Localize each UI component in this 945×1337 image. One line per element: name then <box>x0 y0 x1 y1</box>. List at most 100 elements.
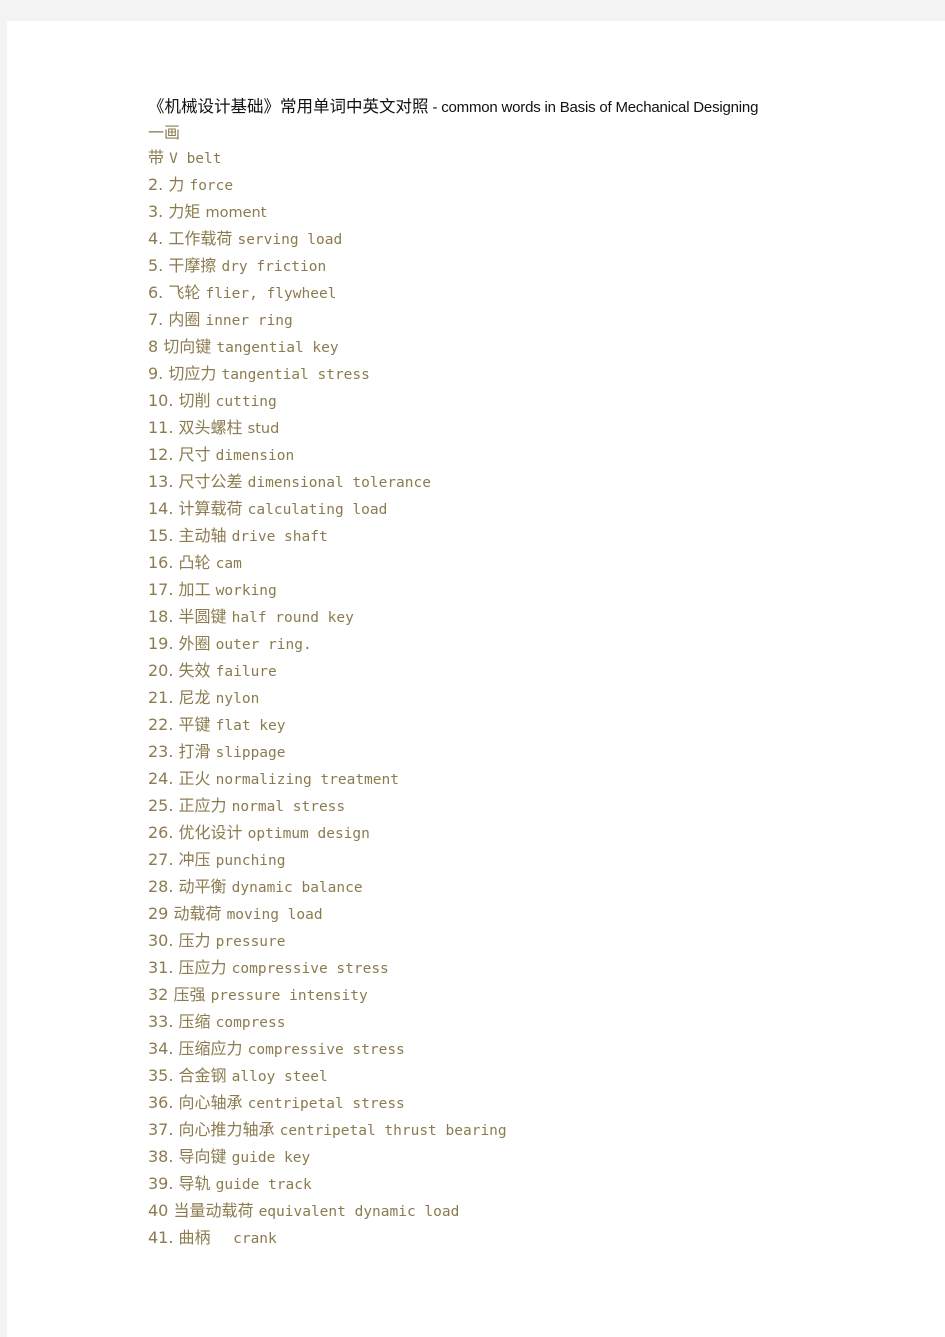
list-item: 22. 平键 flat key <box>148 712 848 739</box>
entry-term-english: serving load <box>237 232 343 248</box>
entry-term-cjk: 导向键 <box>178 1147 227 1166</box>
list-item: 8 切向键 tangential key <box>148 334 848 361</box>
entry-term-cjk: 计算载荷 <box>178 499 243 518</box>
page-title: 《机械设计基础》常用单词中英文对照 - common words in Basi… <box>148 94 848 120</box>
document-body: 《机械设计基础》常用单词中英文对照 - common words in Basi… <box>148 94 848 1252</box>
entry-term-english: alloy steel <box>231 1069 328 1085</box>
list-item: 10. 切削 cutting <box>148 388 848 415</box>
entry-term-english: guide key <box>231 1150 311 1166</box>
entry-term-cjk: 切应力 <box>168 364 217 383</box>
list-item: 带 V belt <box>148 145 848 172</box>
entry-term-cjk: 压缩应力 <box>178 1039 243 1058</box>
list-item: 5. 干摩擦 dry friction <box>148 253 848 280</box>
entry-term-english: compress <box>215 1015 286 1031</box>
entry-term-english: stud <box>247 421 280 437</box>
list-item: 7. 内圈 inner ring <box>148 307 848 334</box>
entry-number: 19. <box>148 634 174 653</box>
entry-number: 33. <box>148 1012 174 1031</box>
entry-term-cjk: 压力 <box>178 931 211 950</box>
entry-number: 31. <box>148 958 174 977</box>
entry-term-cjk: 合金钢 <box>178 1066 227 1085</box>
entry-term-cjk: 干摩擦 <box>168 256 217 275</box>
entry-term-english: punching <box>215 853 286 869</box>
entry-number: 6. <box>148 283 164 302</box>
entry-term-english: slippage <box>215 745 286 761</box>
entry-term-english: compressive stress <box>247 1042 405 1058</box>
entry-number: 41. <box>148 1228 174 1247</box>
entry-term-english: guide track <box>215 1177 312 1193</box>
list-item: 15. 主动轴 drive shaft <box>148 523 848 550</box>
entry-term-cjk: 尺寸 <box>178 445 211 464</box>
entry-number: 13. <box>148 472 174 491</box>
entry-number: 40 <box>148 1201 169 1220</box>
entry-term-english: half round key <box>231 610 354 626</box>
entry-term-english: equivalent dynamic load <box>258 1204 460 1220</box>
list-item: 3. 力矩 moment <box>148 199 848 226</box>
entry-number: 36. <box>148 1093 174 1112</box>
entry-term-english: V belt <box>169 151 222 167</box>
entry-number: 34. <box>148 1039 174 1058</box>
list-item: 38. 导向键 guide key <box>148 1144 848 1171</box>
entry-term-cjk: 向心推力轴承 <box>178 1120 275 1139</box>
entry-term-english: tangential stress <box>221 367 370 383</box>
entry-term-english: moment <box>205 205 267 221</box>
entry-term-english: centripetal stress <box>247 1096 405 1112</box>
entry-term-cjk: 向心轴承 <box>178 1093 243 1112</box>
entry-number: 4. <box>148 229 164 248</box>
list-item: 18. 半圆键 half round key <box>148 604 848 631</box>
entry-number: 21. <box>148 688 174 707</box>
list-item: 41. 曲柄 crank <box>148 1225 848 1252</box>
entry-number: 32 <box>148 985 169 1004</box>
entry-term-cjk: 冲压 <box>178 850 211 869</box>
list-item: 2. 力 force <box>148 172 848 199</box>
entry-term-english: crank <box>215 1231 277 1247</box>
entry-number: 18. <box>148 607 174 626</box>
entry-term-english: calculating load <box>247 502 388 518</box>
list-item: 30. 压力 pressure <box>148 928 848 955</box>
entry-term-english: dimension <box>215 448 295 464</box>
list-item: 33. 压缩 compress <box>148 1009 848 1036</box>
entry-number: 26. <box>148 823 174 842</box>
entry-number: 25. <box>148 796 174 815</box>
list-item: 17. 加工 working <box>148 577 848 604</box>
list-item: 16. 凸轮 cam <box>148 550 848 577</box>
entry-number: 2. <box>148 175 164 194</box>
entry-term-english: failure <box>215 664 277 680</box>
page-title-cjk: 《机械设计基础》常用单词中英文对照 <box>148 97 429 116</box>
list-item: 27. 冲压 punching <box>148 847 848 874</box>
entry-term-cjk: 加工 <box>178 580 211 599</box>
list-item: 12. 尺寸 dimension <box>148 442 848 469</box>
list-item: 29 动载荷 moving load <box>148 901 848 928</box>
entry-number: 15. <box>148 526 174 545</box>
entry-term-cjk: 飞轮 <box>168 283 201 302</box>
list-item: 4. 工作载荷 serving load <box>148 226 848 253</box>
entry-term-cjk: 主动轴 <box>178 526 227 545</box>
entry-term-cjk: 工作载荷 <box>168 229 233 248</box>
entry-term-english: dry friction <box>221 259 327 275</box>
entry-term-english: moving load <box>226 907 323 923</box>
entry-term-cjk: 带 <box>148 148 165 167</box>
list-item: 9. 切应力 tangential stress <box>148 361 848 388</box>
entry-term-cjk: 平键 <box>178 715 211 734</box>
entry-number: 22. <box>148 715 174 734</box>
entry-number: 37. <box>148 1120 174 1139</box>
entry-term-cjk: 失效 <box>178 661 211 680</box>
entry-number: 27. <box>148 850 174 869</box>
entry-term-cjk: 优化设计 <box>178 823 243 842</box>
entry-term-cjk: 正应力 <box>178 796 227 815</box>
list-item: 40 当量动载荷 equivalent dynamic load <box>148 1198 848 1225</box>
entry-term-cjk: 半圆键 <box>178 607 227 626</box>
list-item: 34. 压缩应力 compressive stress <box>148 1036 848 1063</box>
entry-term-english: centripetal thrust bearing <box>279 1123 507 1139</box>
entry-term-cjk: 压缩 <box>178 1012 211 1031</box>
entry-term-cjk: 正火 <box>178 769 211 788</box>
list-item: 37. 向心推力轴承 centripetal thrust bearing <box>148 1117 848 1144</box>
entry-number: 20. <box>148 661 174 680</box>
entry-number: 16. <box>148 553 174 572</box>
entry-term-cjk: 尼龙 <box>178 688 211 707</box>
entry-number: 38. <box>148 1147 174 1166</box>
entry-number: 17. <box>148 580 174 599</box>
entry-term-cjk: 内圈 <box>168 310 201 329</box>
section-heading: 一画 <box>148 123 181 142</box>
entry-term-english: dimensional tolerance <box>247 475 431 491</box>
